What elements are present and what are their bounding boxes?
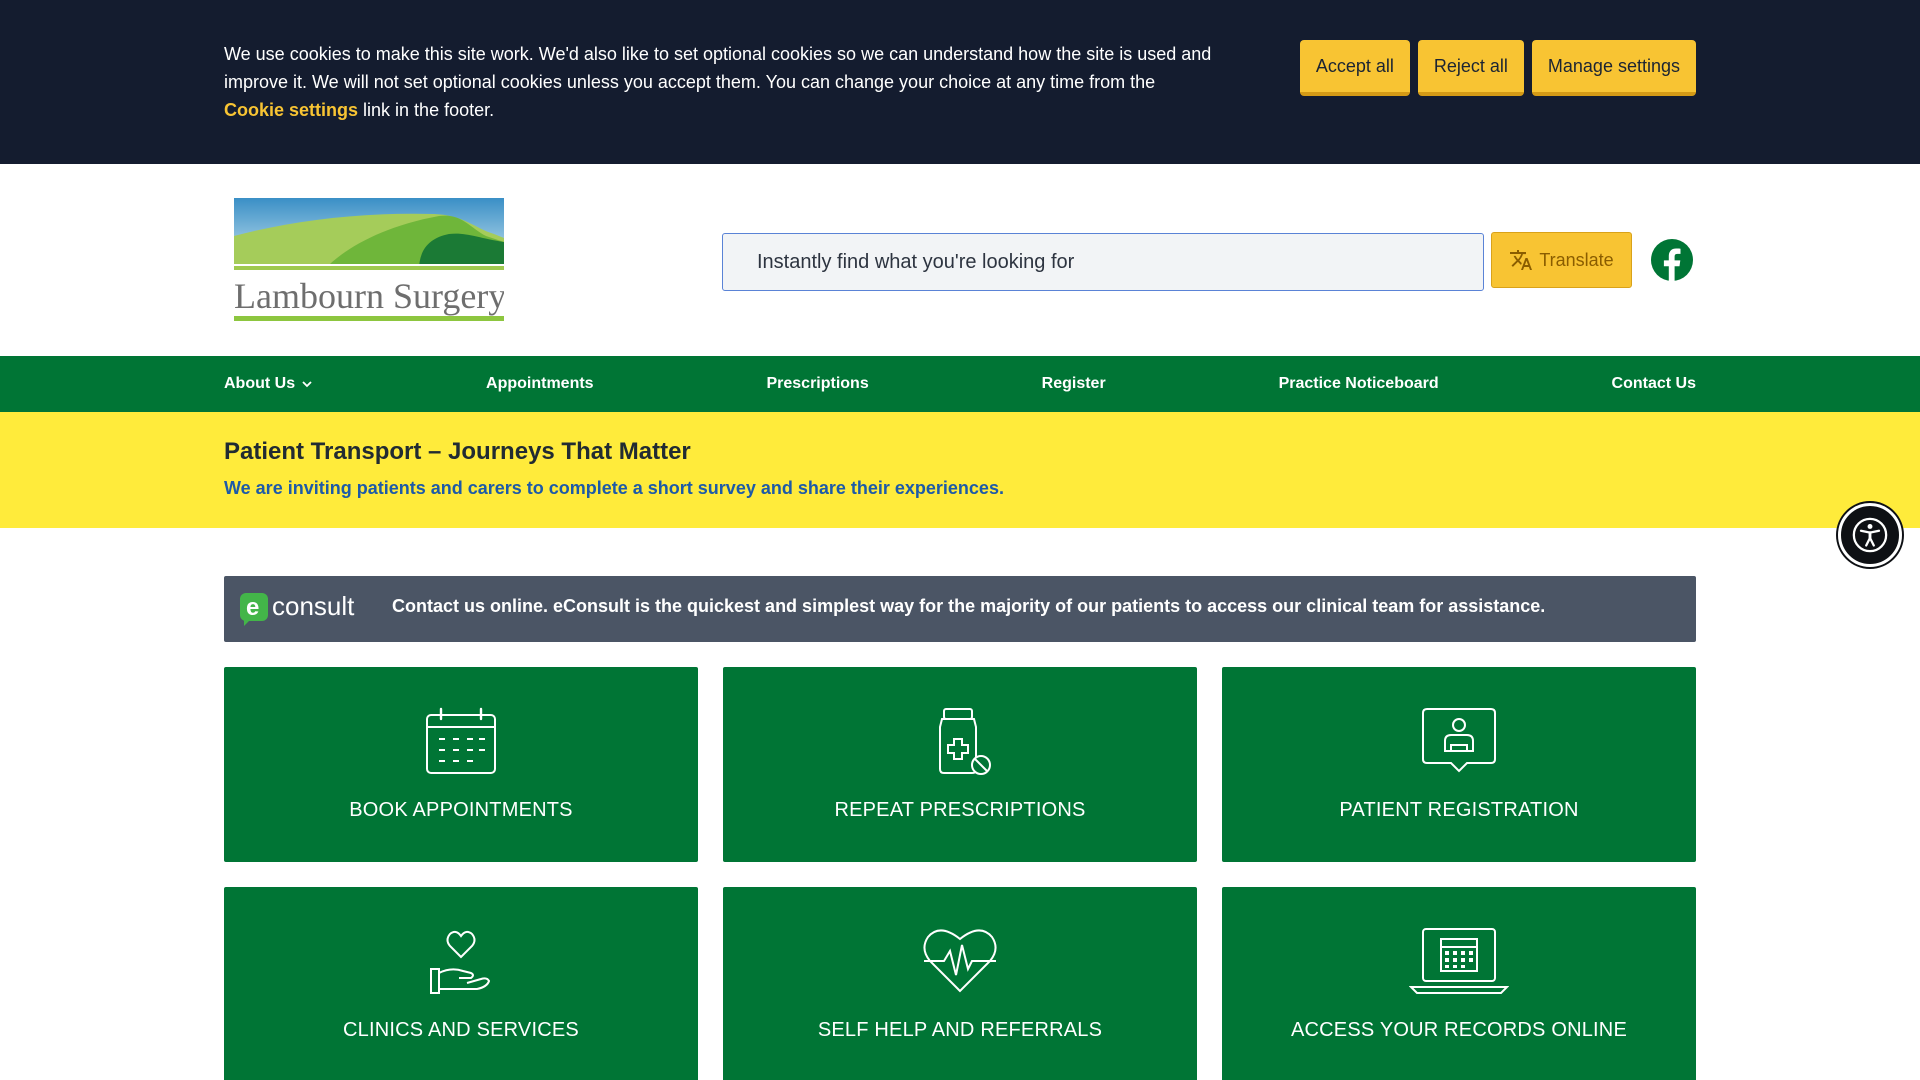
heartbeat-icon [923,929,997,993]
nav-item-prescriptions[interactable]: Prescriptions [766,375,868,393]
chevron-down-icon [302,381,312,388]
notice-banner: Patient Transport – Journeys That Matter… [0,412,1920,528]
tile-patient-registration[interactable]: PATIENT REGISTRATION [1222,667,1696,862]
tile-label: PATIENT REGISTRATION [1339,799,1579,821]
cookie-buttons: Accept all Reject all Manage settings [1299,40,1696,96]
econsult-logo: e consult [240,591,355,626]
heart-in-hand-icon [430,930,491,994]
nav-item-practice-noticeboard[interactable]: Practice Noticeboard [1279,375,1439,393]
cookie-message: We use cookies to make this site work. W… [224,40,1214,124]
notice-title: Patient Transport – Journeys That Matter [224,438,691,465]
logo-text: Lambourn Surgery [234,276,504,316]
laptop-calendar-icon [1409,928,1509,994]
tile-label: BOOK APPOINTMENTS [349,799,573,821]
nav-item-contact-us[interactable]: Contact Us [1612,375,1696,393]
tile-clinics-and-services[interactable]: CLINICS AND SERVICES [224,887,698,1080]
accessibility-icon [1852,517,1888,553]
tile-book-appointments[interactable]: BOOK APPOINTMENTS [224,667,698,862]
translate-button[interactable]: Translate [1491,232,1632,288]
facebook-icon[interactable] [1651,239,1693,281]
cookie-banner: We use cookies to make this site work. W… [0,0,1920,164]
reject-all-button[interactable]: Reject all [1417,40,1524,96]
main-nav: About Us Appointments Prescriptions Regi… [0,356,1920,412]
tile-repeat-prescriptions[interactable]: REPEAT PRESCRIPTIONS [723,667,1197,862]
search-input[interactable]: Instantly find what you're looking for [722,233,1484,291]
logo[interactable]: Lambourn Surgery [234,198,504,322]
translate-label: Translate [1539,249,1614,270]
tile-access-your-records-online[interactable]: ACCESS YOUR RECORDS ONLINE [1222,887,1696,1080]
accept-all-button[interactable]: Accept all [1299,40,1410,96]
medicine-bottle-icon [939,708,991,775]
user-card-icon [1422,708,1496,773]
cookie-text-after: link in the footer. [358,100,495,120]
nav-item-appointments[interactable]: Appointments [486,375,594,393]
nav-item-about-us[interactable]: About Us [224,375,313,393]
svg-text:e: e [246,594,259,621]
econsult-message: Contact us online. eConsult is the quick… [392,596,1546,616]
page: We use cookies to make this site work. W… [0,0,1920,1080]
translate-icon [1510,250,1533,270]
tile-label: SELF HELP AND REFERRALS [817,1019,1103,1041]
econsult-banner[interactable]: e consult Contact us online. eConsult is… [224,576,1696,642]
tile-self-help-and-referrals[interactable]: SELF HELP AND REFERRALS [723,887,1197,1080]
survey-link[interactable]: We are inviting patients and carers to c… [224,478,1004,499]
cookie-settings-link[interactable]: Cookie settings [224,100,358,120]
econsult-logo-text: consult [272,591,355,621]
cookie-text-before: We use cookies to make this site work. W… [224,44,1212,92]
calendar-icon [426,707,496,774]
tile-label: ACCESS YOUR RECORDS ONLINE [1290,1019,1627,1041]
nav-item-register[interactable]: Register [1042,375,1106,393]
manage-settings-button[interactable]: Manage settings [1531,40,1696,96]
accessibility-button[interactable] [1838,503,1902,567]
tile-label: REPEAT PRESCRIPTIONS [834,799,1086,821]
tile-label: CLINICS AND SERVICES [343,1019,579,1041]
nav-item-label: About Us [224,375,296,392]
